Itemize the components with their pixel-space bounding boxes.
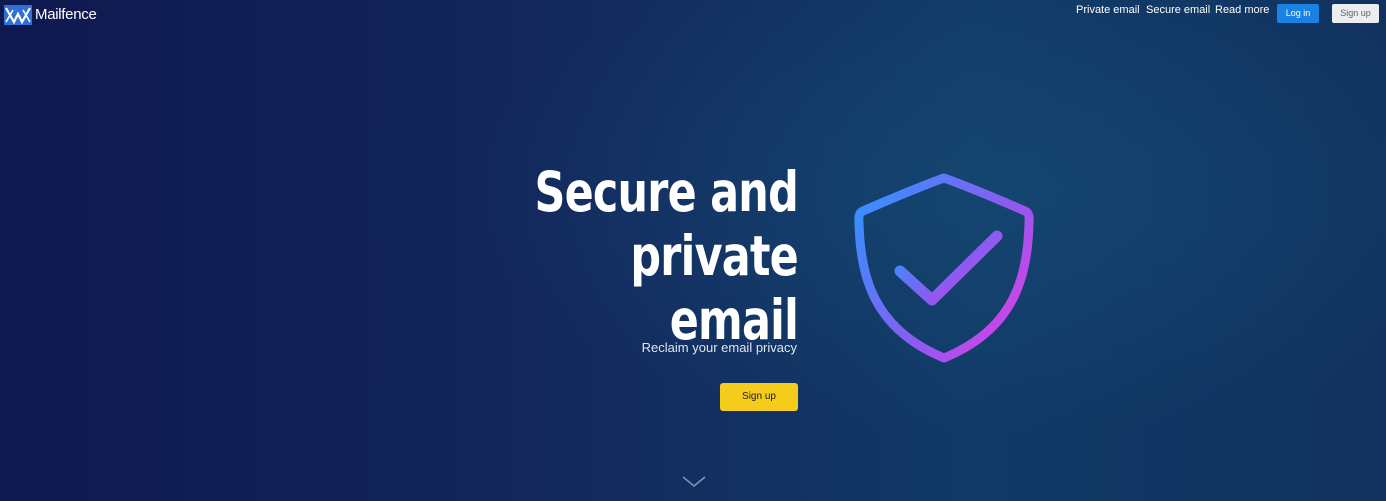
login-button[interactable]: Log in (1277, 4, 1319, 23)
hero-signup-button[interactable]: Sign up (720, 383, 798, 411)
mailfence-logo-icon (4, 5, 32, 25)
hero-title-line-1: Secure and private (534, 160, 798, 288)
brand-name: Mailfence (35, 6, 97, 23)
nav-link-read-more[interactable]: Read more (1215, 0, 1269, 22)
hero-subtitle: Reclaim your email privacy (641, 340, 797, 355)
nav-link-private-email[interactable]: Private email (1076, 0, 1140, 22)
shield-check-icon (854, 173, 1034, 363)
top-navigation-bar: Mailfence Private email Secure email Rea… (0, 0, 1386, 30)
hero-title: Secure and private email (392, 160, 798, 352)
nav-link-secure-email[interactable]: Secure email (1146, 0, 1210, 22)
chevron-down-icon[interactable] (681, 475, 707, 489)
signup-button-header[interactable]: Sign up (1332, 4, 1379, 23)
brand[interactable]: Mailfence (4, 4, 97, 26)
